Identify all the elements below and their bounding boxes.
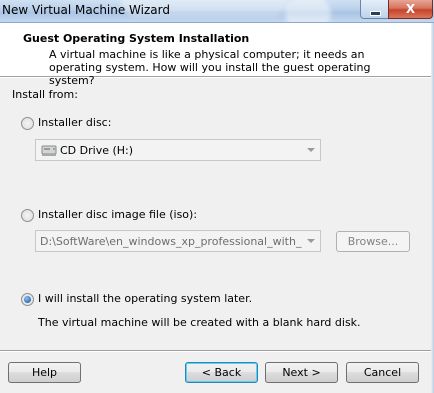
chevron-down-icon [302, 140, 320, 160]
iso-image-label[interactable]: Installer disc image file (iso): [38, 208, 197, 221]
window-title: New Virtual Machine Wizard [2, 3, 170, 17]
window-controls: X [360, 0, 433, 19]
help-button[interactable]: Help [8, 362, 81, 383]
footer-divider [0, 350, 434, 352]
installer-disc-label[interactable]: Installer disc: [38, 116, 111, 129]
disc-drive-select[interactable]: CD Drive (H:) [35, 139, 321, 161]
chevron-down-icon [302, 231, 320, 251]
cd-drive-icon [41, 143, 57, 157]
disc-drive-value: CD Drive (H:) [60, 143, 134, 157]
back-button[interactable]: < Back [185, 362, 258, 383]
next-button[interactable]: Next > [265, 362, 338, 383]
iso-path-select[interactable]: D:\SoftWare\en_windows_xp_professional_w… [35, 230, 321, 252]
title-bar[interactable]: New Virtual Machine Wizard X [0, 0, 434, 23]
install-later-radio[interactable] [21, 293, 34, 306]
install-later-label[interactable]: I will install the operating system late… [38, 292, 252, 305]
cancel-button[interactable]: Cancel [346, 362, 419, 383]
minimize-button[interactable] [360, 0, 388, 19]
page-subtitle: A virtual machine is like a physical com… [49, 48, 371, 87]
installer-disc-radio[interactable] [21, 117, 34, 130]
install-from-label: Install from: [12, 88, 78, 101]
wizard-header: Guest Operating System Installation A vi… [0, 23, 434, 87]
install-later-note: The virtual machine will be created with… [38, 316, 361, 329]
close-icon: X [405, 2, 416, 16]
page-title: Guest Operating System Installation [23, 32, 250, 45]
iso-image-radio[interactable] [21, 209, 34, 222]
title-bar-glass-reflection [285, 0, 331, 22]
browse-button[interactable]: Browse... [336, 231, 410, 252]
close-button[interactable]: X [388, 0, 433, 19]
iso-path-value: D:\SoftWare\en_windows_xp_professional_w… [40, 234, 302, 248]
